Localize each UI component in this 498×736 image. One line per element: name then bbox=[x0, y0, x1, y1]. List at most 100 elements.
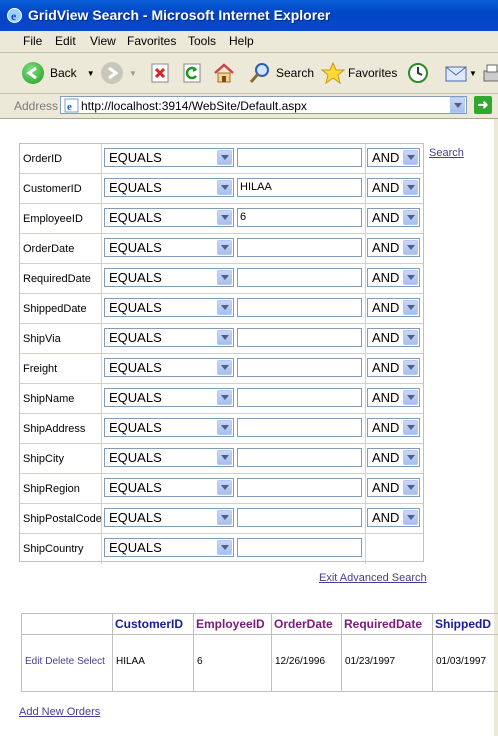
address-input[interactable]: e http://localhost:3914/WebSite/Default.… bbox=[60, 96, 467, 114]
chevron-down-icon[interactable] bbox=[403, 180, 418, 195]
filter-value-input[interactable] bbox=[237, 358, 362, 377]
join-select[interactable]: AND bbox=[367, 418, 420, 437]
grid-header-cell[interactable]: EmployeeID bbox=[193, 613, 272, 635]
search-button[interactable]: Search bbox=[248, 59, 314, 87]
join-select[interactable]: AND bbox=[367, 328, 420, 347]
filter-value-input[interactable]: 6 bbox=[237, 208, 362, 227]
print-button[interactable] bbox=[482, 59, 498, 87]
operator-select[interactable]: EQUALS bbox=[104, 418, 234, 437]
operator-select[interactable]: EQUALS bbox=[104, 178, 234, 197]
back-button[interactable]: Back ▼ bbox=[22, 59, 95, 87]
chevron-down-icon[interactable] bbox=[403, 360, 418, 375]
delete-link[interactable]: Delete bbox=[45, 656, 74, 667]
home-button[interactable] bbox=[212, 59, 236, 87]
exit-advanced-search-link[interactable]: Exit Advanced Search bbox=[319, 572, 427, 584]
chevron-down-icon[interactable] bbox=[217, 330, 232, 345]
chevron-down-icon[interactable] bbox=[217, 210, 232, 225]
operator-select[interactable]: EQUALS bbox=[104, 388, 234, 407]
menu-view[interactable]: View bbox=[90, 34, 116, 48]
join-select[interactable]: AND bbox=[367, 508, 420, 527]
chevron-down-icon[interactable] bbox=[217, 270, 232, 285]
select-link[interactable]: Select bbox=[77, 656, 105, 667]
chevron-down-icon[interactable] bbox=[217, 510, 232, 525]
chevron-down-icon[interactable] bbox=[217, 360, 232, 375]
operator-select[interactable]: EQUALS bbox=[104, 148, 234, 167]
menu-edit[interactable]: Edit bbox=[55, 34, 76, 48]
chevron-down-icon[interactable] bbox=[403, 270, 418, 285]
grid-header-cell[interactable]: ShippedD bbox=[432, 613, 498, 635]
chevron-down-icon[interactable] bbox=[217, 450, 232, 465]
chevron-down-icon[interactable] bbox=[403, 150, 418, 165]
filter-value-input[interactable] bbox=[237, 238, 362, 257]
join-select[interactable]: AND bbox=[367, 478, 420, 497]
filter-value-input[interactable] bbox=[237, 298, 362, 317]
join-select[interactable]: AND bbox=[367, 298, 420, 317]
mail-dropdown-icon[interactable]: ▼ bbox=[469, 69, 477, 78]
filter-value-input[interactable] bbox=[237, 508, 362, 527]
operator-select[interactable]: EQUALS bbox=[104, 448, 234, 467]
chevron-down-icon[interactable] bbox=[217, 420, 232, 435]
grid-header-cell[interactable]: RequiredDate bbox=[341, 613, 433, 635]
chevron-down-icon[interactable] bbox=[403, 330, 418, 345]
history-button[interactable] bbox=[406, 59, 430, 87]
filter-value-input[interactable] bbox=[237, 538, 362, 557]
operator-select[interactable]: EQUALS bbox=[104, 238, 234, 257]
address-dropdown-icon[interactable] bbox=[450, 97, 465, 113]
edit-link[interactable]: Edit bbox=[25, 656, 42, 667]
forward-button[interactable]: ▼ bbox=[101, 59, 137, 87]
chevron-down-icon[interactable] bbox=[403, 480, 418, 495]
chevron-down-icon[interactable] bbox=[217, 300, 232, 315]
menu-help[interactable]: Help bbox=[229, 34, 254, 48]
operator-select[interactable]: EQUALS bbox=[104, 298, 234, 317]
filter-value-input[interactable] bbox=[237, 388, 362, 407]
operator-select[interactable]: EQUALS bbox=[104, 508, 234, 527]
chevron-down-icon[interactable] bbox=[403, 210, 418, 225]
chevron-down-icon[interactable] bbox=[217, 390, 232, 405]
chevron-down-icon[interactable] bbox=[217, 480, 232, 495]
chevron-down-icon[interactable] bbox=[403, 240, 418, 255]
operator-select[interactable]: EQUALS bbox=[104, 358, 234, 377]
chevron-down-icon[interactable] bbox=[403, 390, 418, 405]
menu-tools[interactable]: Tools bbox=[188, 34, 216, 48]
filter-value-input[interactable] bbox=[237, 418, 362, 437]
filter-value-input[interactable] bbox=[237, 148, 362, 167]
chevron-down-icon[interactable] bbox=[403, 510, 418, 525]
chevron-down-icon[interactable] bbox=[217, 150, 232, 165]
chevron-down-icon[interactable] bbox=[217, 240, 232, 255]
search-link[interactable]: Search bbox=[429, 147, 464, 159]
back-dropdown-icon[interactable]: ▼ bbox=[87, 69, 95, 78]
refresh-button[interactable] bbox=[182, 59, 202, 87]
forward-dropdown-icon[interactable]: ▼ bbox=[129, 69, 137, 78]
chevron-down-icon[interactable] bbox=[403, 420, 418, 435]
join-select[interactable]: AND bbox=[367, 268, 420, 287]
chevron-down-icon[interactable] bbox=[403, 300, 418, 315]
filter-value-input[interactable]: HILAA bbox=[237, 178, 362, 197]
favorites-button[interactable]: Favorites bbox=[320, 59, 397, 87]
join-select[interactable]: AND bbox=[367, 358, 420, 377]
operator-select[interactable]: EQUALS bbox=[104, 538, 234, 557]
join-select[interactable]: AND bbox=[367, 388, 420, 407]
join-select[interactable]: AND bbox=[367, 148, 420, 167]
menu-file[interactable]: File bbox=[23, 34, 42, 48]
operator-select[interactable]: EQUALS bbox=[104, 478, 234, 497]
mail-button[interactable]: ▼ bbox=[444, 59, 477, 87]
go-arrow-icon[interactable]: ➜ bbox=[474, 96, 492, 114]
grid-header-cell[interactable]: CustomerID bbox=[112, 613, 194, 635]
add-new-orders-link[interactable]: Add New Orders bbox=[19, 706, 100, 718]
filter-value-input[interactable] bbox=[237, 478, 362, 497]
chevron-down-icon[interactable] bbox=[217, 540, 232, 555]
filter-value-input[interactable] bbox=[237, 448, 362, 467]
menu-favorites[interactable]: Favorites bbox=[127, 34, 176, 48]
join-select[interactable]: AND bbox=[367, 208, 420, 227]
operator-select[interactable]: EQUALS bbox=[104, 208, 234, 227]
grid-header-cell[interactable]: OrderDate bbox=[271, 613, 342, 635]
operator-select[interactable]: EQUALS bbox=[104, 268, 234, 287]
join-select[interactable]: AND bbox=[367, 178, 420, 197]
chevron-down-icon[interactable] bbox=[217, 180, 232, 195]
join-select[interactable]: AND bbox=[367, 238, 420, 257]
join-select[interactable]: AND bbox=[367, 448, 420, 467]
filter-value-input[interactable] bbox=[237, 268, 362, 287]
stop-button[interactable] bbox=[150, 59, 170, 87]
filter-value-input[interactable] bbox=[237, 328, 362, 347]
operator-select[interactable]: EQUALS bbox=[104, 328, 234, 347]
